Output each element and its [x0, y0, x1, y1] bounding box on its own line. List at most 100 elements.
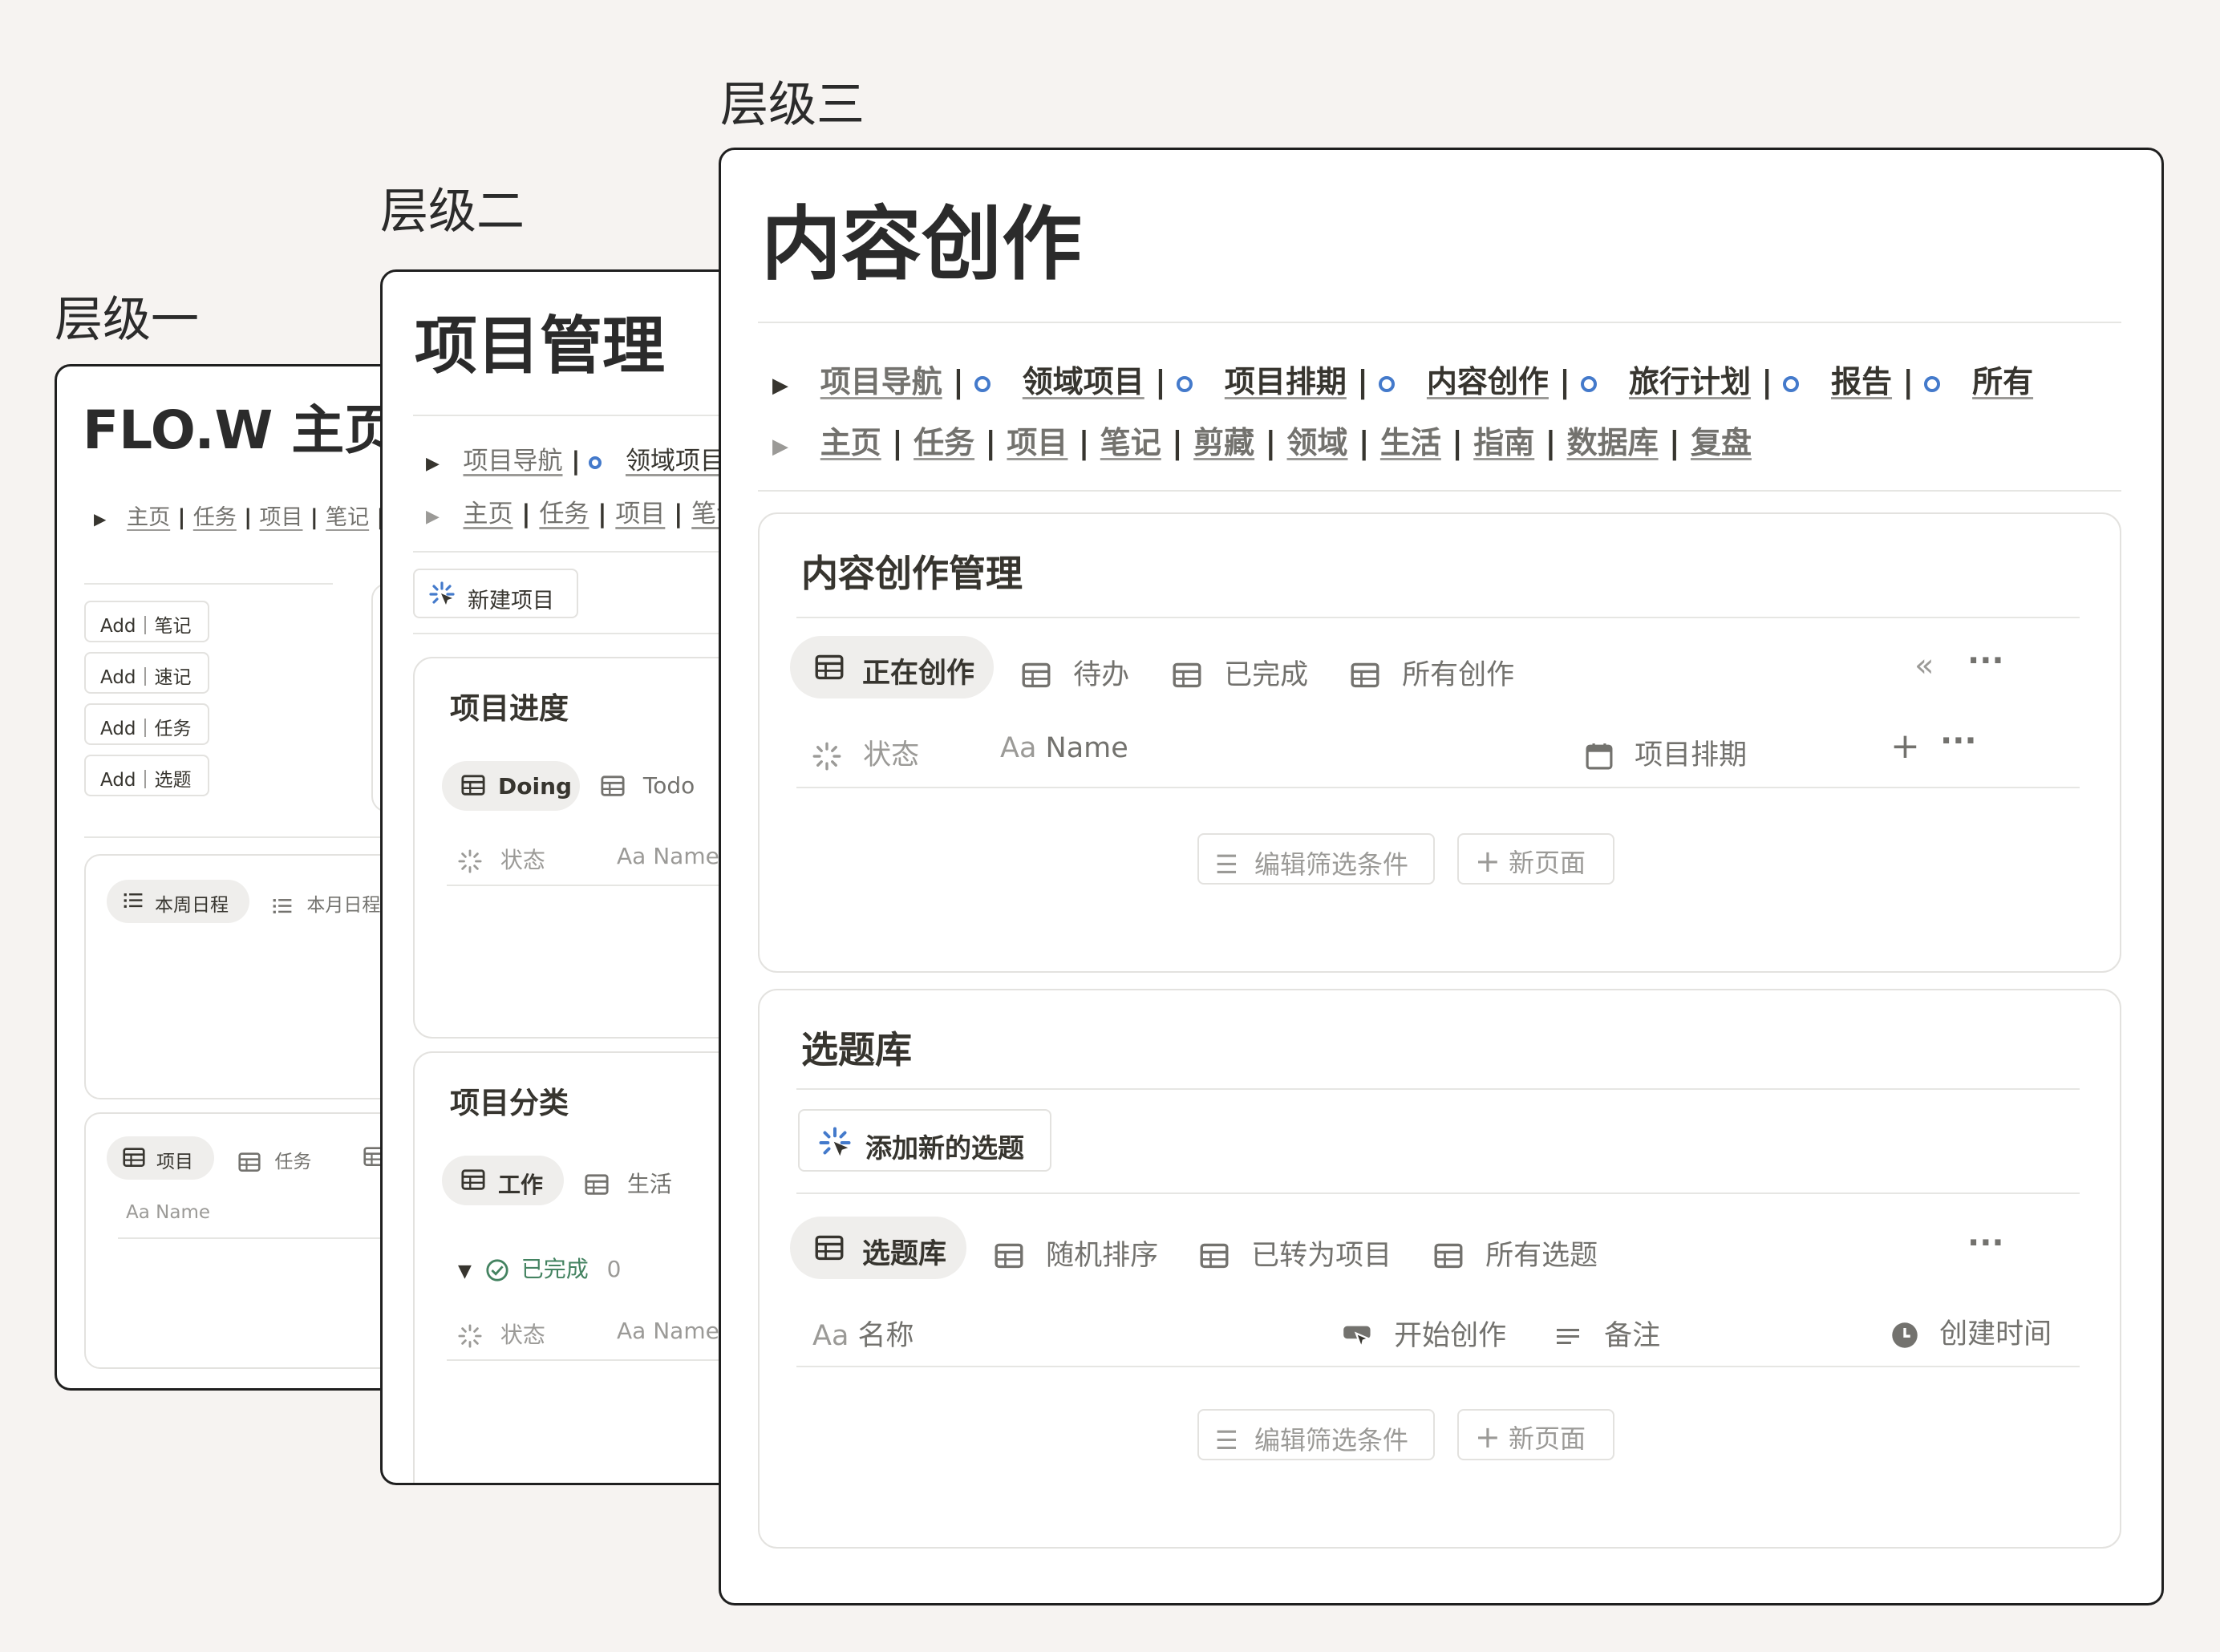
button-label: 新建项目 — [468, 589, 554, 613]
status-column-header[interactable]: 状态 — [458, 843, 545, 875]
column-label: 开始创作 — [1394, 1320, 1507, 1352]
toggle-icon[interactable]: ▶ — [94, 509, 106, 528]
tab-work[interactable]: 工作 — [442, 1156, 564, 1205]
divider — [796, 787, 2080, 788]
nav-link[interactable]: 生活 — [1380, 425, 1441, 460]
level-three-label: 层级三 — [720, 77, 865, 133]
nav-link[interactable]: 项目 — [259, 505, 302, 530]
nav-link[interactable]: 任务 — [914, 425, 974, 460]
add-topic-button[interactable]: 添加新的选题 — [798, 1109, 1051, 1172]
nav-link[interactable]: 剪藏 — [1193, 425, 1254, 460]
more-icon[interactable]: ··· — [1967, 1225, 2004, 1261]
nav-link[interactable]: 领域项目 — [626, 447, 725, 476]
section-title: 内容创作管理 — [801, 552, 1023, 595]
tab-topic-library[interactable]: 选题库 — [790, 1217, 966, 1279]
nav-link[interactable]: 笔记 — [326, 505, 369, 530]
name-column-header[interactable]: Aa Name — [617, 843, 719, 869]
group-done[interactable]: ▼ 已完成 0 — [458, 1252, 621, 1284]
nav-link[interactable]: 旅行计划 — [1629, 364, 1751, 399]
name-column-header[interactable]: Aa Name — [617, 1318, 719, 1344]
toggle-icon[interactable]: ▶ — [426, 454, 440, 474]
tab-done[interactable]: 已完成 — [1172, 652, 1308, 693]
new-page-button[interactable]: + 新页面 — [1457, 833, 1614, 885]
button-label: 新页面 — [1509, 848, 1586, 878]
nav-link[interactable]: 数据库 — [1567, 425, 1659, 460]
nav-link[interactable]: 领域 — [1287, 425, 1348, 460]
nav-link[interactable]: 领域项目 — [1023, 364, 1144, 399]
double-chevron-left-icon[interactable]: « — [1914, 647, 1934, 684]
nav-link[interactable]: 项目 — [615, 500, 665, 528]
add-task-button[interactable]: Add｜任务 — [84, 703, 209, 745]
group-count: 0 — [606, 1256, 622, 1282]
divider — [796, 617, 2080, 618]
nav-link[interactable]: 主页 — [463, 500, 512, 528]
nav-link[interactable]: 指南 — [1473, 425, 1534, 460]
tab-this-week[interactable]: 本周日程 — [107, 880, 249, 923]
toggle-icon[interactable]: ▶ — [772, 435, 788, 459]
nav-link[interactable]: 主页 — [820, 425, 881, 460]
divider — [84, 583, 333, 585]
nav-link[interactable]: 复盘 — [1691, 425, 1752, 460]
tab-doing[interactable]: Doing — [442, 761, 580, 811]
edit-filter-button[interactable]: ☰ 编辑筛选条件 — [1197, 1409, 1435, 1460]
plus-icon[interactable]: + — [1890, 726, 1920, 767]
status-column-header[interactable]: 状态 — [812, 732, 919, 773]
nav-link[interactable]: 笔记 — [1100, 425, 1161, 460]
tab-all-creations[interactable]: 所有创作 — [1350, 652, 1514, 693]
divider — [796, 1088, 2080, 1090]
content-title: 内容创作 — [761, 197, 1082, 291]
nav-link[interactable]: 任务 — [539, 500, 589, 528]
tab-in-progress[interactable]: 正在创作 — [790, 636, 994, 698]
toggle-icon[interactable]: ▶ — [426, 507, 440, 527]
new-page-button[interactable]: + 新页面 — [1457, 1409, 1614, 1460]
new-project-button[interactable]: 新建项目 — [413, 569, 578, 618]
content-nav-2: ▶ 主页 | 任务 | 项目 | 笔记 | 剪藏 | 领域 | 生活 | 指南 … — [772, 425, 1752, 460]
edit-filter-button[interactable]: ☰ 编辑筛选条件 — [1197, 833, 1435, 885]
nav-link[interactable]: 报告 — [1831, 364, 1892, 399]
filter-icon: ☰ — [1215, 849, 1238, 880]
name-column-header[interactable]: Aa 名称 — [812, 1313, 914, 1354]
nav-link[interactable]: 项目排期 — [1225, 364, 1347, 399]
topic-library-card: 选题库 添加新的选题 选题库 随机排序 已转为项目 所有选题 ··· Aa 名称… — [758, 989, 2121, 1549]
tab-tasks[interactable]: 任务 — [238, 1146, 311, 1174]
button-label: Add｜选题 — [100, 770, 192, 791]
column-label: 名称 — [857, 1320, 914, 1352]
nav-link[interactable]: 任务 — [193, 505, 237, 530]
text-property-icon: Aa — [617, 1318, 646, 1344]
tab-random-sort[interactable]: 随机排序 — [994, 1233, 1158, 1273]
tab-todo[interactable]: Todo — [601, 772, 695, 799]
tab-projects[interactable]: 项目 — [107, 1136, 214, 1180]
add-quicknote-button[interactable]: Add｜速记 — [84, 652, 209, 694]
add-topic-button[interactable]: Add｜选题 — [84, 755, 209, 796]
more-icon[interactable]: ··· — [1940, 723, 1977, 759]
note-column-header[interactable]: 备注 — [1554, 1313, 1660, 1354]
nav-link[interactable]: 内容创作 — [1427, 364, 1549, 399]
circle-icon — [1177, 375, 1193, 392]
tab-todo[interactable]: 待办 — [1021, 652, 1129, 693]
name-column-header[interactable]: Aa Name — [1000, 732, 1128, 764]
nav-link[interactable]: 项目导航 — [463, 447, 562, 476]
nav-link[interactable]: 主页 — [127, 505, 170, 530]
toggle-icon[interactable]: ▶ — [772, 374, 788, 398]
schedule-column-header[interactable]: 项目排期 — [1586, 732, 1747, 773]
button-label: Add｜任务 — [100, 719, 192, 739]
status-column-header[interactable]: 状态 — [458, 1318, 545, 1350]
tab-converted[interactable]: 已转为项目 — [1199, 1233, 1392, 1273]
add-note-button[interactable]: Add｜笔记 — [84, 601, 209, 642]
start-creation-column-header[interactable]: 开始创作 — [1342, 1313, 1506, 1354]
table-icon — [238, 1152, 261, 1172]
created-time-column-header[interactable]: 创建时间 — [1890, 1308, 2080, 1348]
nav-link[interactable]: 项目导航 — [820, 364, 942, 399]
divider — [447, 1359, 763, 1361]
circle-icon — [974, 375, 991, 392]
tab-life[interactable]: 生活 — [585, 1167, 672, 1199]
tab-this-month[interactable]: 本月日程 — [272, 889, 380, 917]
content-window: 内容创作 ▶ 项目导航 | 领域项目 | 项目排期 | 内容创作 | 旅行计划 … — [719, 148, 2164, 1605]
nav-link[interactable]: 项目 — [1007, 425, 1067, 460]
nav-link[interactable]: 所有 — [1972, 364, 2033, 399]
triangle-down-icon[interactable]: ▼ — [458, 1261, 472, 1282]
tab-all-topics[interactable]: 所有选题 — [1433, 1233, 1598, 1273]
more-icon[interactable]: ··· — [1967, 642, 2004, 679]
name-column-header[interactable]: Aa Name — [126, 1202, 210, 1223]
divider — [413, 551, 763, 553]
